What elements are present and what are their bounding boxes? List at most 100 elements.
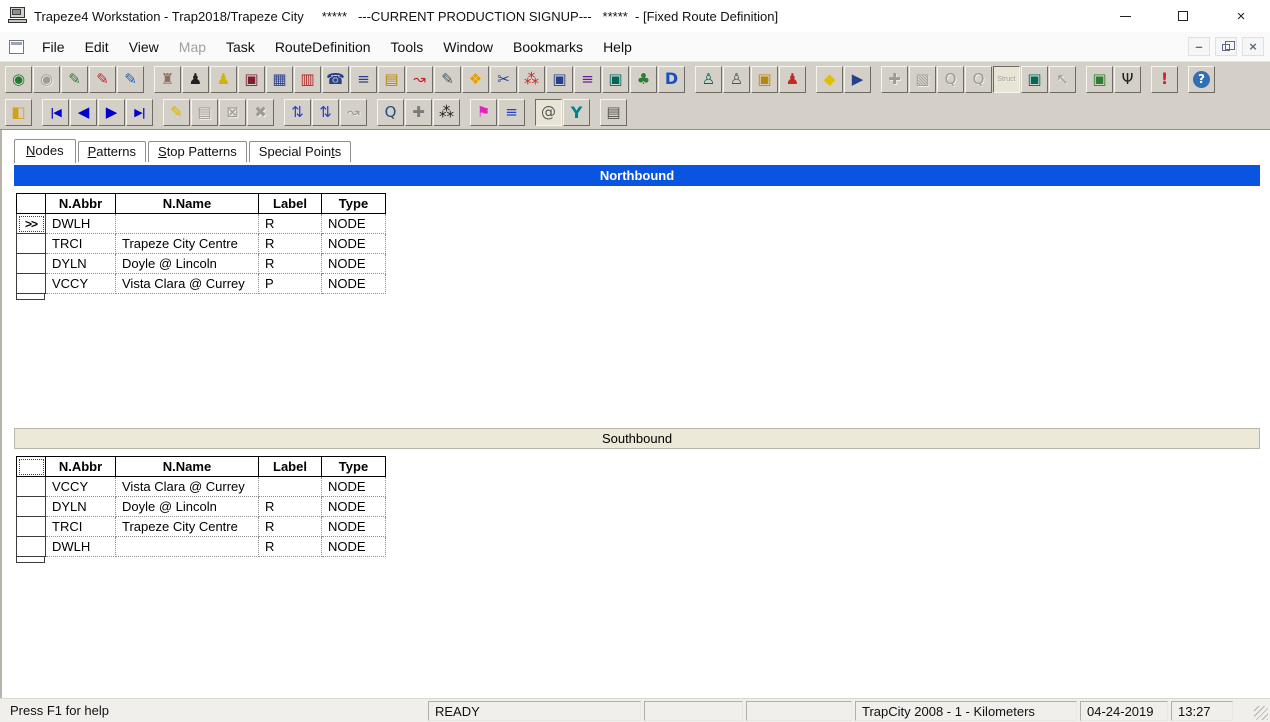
tab-nodes[interactable]: Nodes bbox=[14, 139, 76, 163]
record-prev-button[interactable]: ◀ bbox=[70, 99, 97, 126]
monitor-picture-button[interactable]: ▣ bbox=[602, 66, 629, 93]
alert-button[interactable]: ! bbox=[1151, 66, 1178, 93]
menu-item-routedefinition[interactable]: RouteDefinition bbox=[265, 35, 381, 59]
stop-sequence-button[interactable]: ≡ bbox=[498, 99, 525, 126]
menu-item-edit[interactable]: Edit bbox=[75, 35, 119, 59]
crew-button[interactable]: ⁂ bbox=[518, 66, 545, 93]
cell-label[interactable]: R bbox=[259, 234, 322, 254]
minimize-button[interactable] bbox=[1096, 0, 1154, 32]
menu-item-help[interactable]: Help bbox=[593, 35, 642, 59]
print-button[interactable]: ▤ bbox=[600, 99, 627, 126]
cell-type[interactable]: NODE bbox=[322, 214, 386, 234]
row-selector[interactable] bbox=[17, 254, 46, 274]
current-row-marker[interactable]: >> bbox=[17, 214, 46, 234]
edit-pattern-button[interactable]: ✎ bbox=[89, 66, 116, 93]
bus-garage-button[interactable]: ▣ bbox=[238, 66, 265, 93]
help-button[interactable]: ? bbox=[1188, 66, 1215, 93]
phone-bus-button[interactable]: ☎ bbox=[322, 66, 349, 93]
edit-map-button[interactable]: ✎ bbox=[61, 66, 88, 93]
bus-blocking-button[interactable]: ▥ bbox=[294, 66, 321, 93]
pushpin-button[interactable]: ◆ bbox=[816, 66, 843, 93]
menu-item-bookmarks[interactable]: Bookmarks bbox=[503, 35, 593, 59]
edit-button[interactable]: ✎ bbox=[163, 99, 190, 126]
route-path-button[interactable]: ↝ bbox=[406, 66, 433, 93]
row-selector[interactable] bbox=[17, 517, 46, 537]
cell-label[interactable]: R bbox=[259, 214, 322, 234]
cell-name[interactable] bbox=[116, 537, 259, 557]
record-first-button[interactable]: |◀ bbox=[42, 99, 69, 126]
row-selector[interactable] bbox=[17, 274, 46, 294]
cut-pattern-button[interactable]: ✂ bbox=[490, 66, 517, 93]
bus-query-button[interactable]: ▣ bbox=[751, 66, 778, 93]
menu-item-view[interactable]: View bbox=[119, 35, 169, 59]
row-selector-header[interactable] bbox=[17, 194, 46, 214]
cell-type[interactable]: NODE bbox=[322, 477, 386, 497]
cell-abbr[interactable]: DYLN bbox=[46, 497, 116, 517]
menu-item-file[interactable]: File bbox=[32, 35, 75, 59]
cell-type[interactable]: NODE bbox=[322, 234, 386, 254]
cell-label[interactable]: R bbox=[259, 537, 322, 557]
runboard-button[interactable]: ▶ bbox=[844, 66, 871, 93]
mdi-minimize-button[interactable]: – bbox=[1188, 37, 1210, 56]
attachments-button[interactable]: @ bbox=[535, 99, 562, 126]
cell-type[interactable]: NODE bbox=[322, 537, 386, 557]
cell-type[interactable]: NODE bbox=[322, 497, 386, 517]
timetable-button[interactable]: ≡ bbox=[350, 66, 377, 93]
find-button[interactable]: Q bbox=[377, 99, 404, 126]
cell-abbr[interactable]: TRCI bbox=[46, 234, 116, 254]
move-up-button[interactable]: ⇅ bbox=[284, 99, 311, 126]
blocks-button[interactable]: ❖ bbox=[462, 66, 489, 93]
depot-button[interactable]: ♜ bbox=[154, 66, 181, 93]
cell-label[interactable]: P bbox=[259, 274, 322, 294]
cell-name[interactable]: Vista Clara @ Currey bbox=[116, 274, 259, 294]
letter-d-button[interactable]: D bbox=[658, 66, 685, 93]
route-annotate-button[interactable]: ✎ bbox=[434, 66, 461, 93]
cell-abbr[interactable]: VCCY bbox=[46, 274, 116, 294]
cell-type[interactable]: NODE bbox=[322, 254, 386, 274]
filter-button[interactable]: Y bbox=[563, 99, 590, 126]
edit-segment-button[interactable]: ✎ bbox=[117, 66, 144, 93]
cell-label[interactable]: R bbox=[259, 254, 322, 274]
cell-abbr[interactable]: DWLH bbox=[46, 537, 116, 557]
driver-black-hat-button[interactable]: ♟ bbox=[182, 66, 209, 93]
row-selector[interactable] bbox=[17, 497, 46, 517]
cell-abbr[interactable]: DWLH bbox=[46, 214, 116, 234]
mdi-restore-button[interactable] bbox=[1215, 37, 1237, 56]
cell-label[interactable]: R bbox=[259, 497, 322, 517]
exit-button[interactable]: ◧ bbox=[5, 99, 32, 126]
cell-name[interactable] bbox=[116, 214, 259, 234]
bus-stop-tree-button[interactable]: ♣ bbox=[630, 66, 657, 93]
row-selector[interactable] bbox=[17, 477, 46, 497]
mdi-system-menu-icon[interactable] bbox=[9, 40, 24, 54]
bus-schedule-button[interactable]: ≡ bbox=[574, 66, 601, 93]
crew-assign-button[interactable]: ♟ bbox=[779, 66, 806, 93]
tab-stop-patterns[interactable]: Stop Patterns bbox=[148, 141, 247, 162]
cell-name[interactable]: Doyle @ Lincoln bbox=[116, 254, 259, 274]
bus-fleet-button[interactable]: ▦ bbox=[266, 66, 293, 93]
dispatch-net-button[interactable]: ♙ bbox=[723, 66, 750, 93]
tab-special-points[interactable]: Special Points bbox=[249, 141, 351, 162]
world-map-button[interactable]: ◉ bbox=[5, 66, 32, 93]
radio-bus-button[interactable]: Ψ bbox=[1114, 66, 1141, 93]
cell-abbr[interactable]: TRCI bbox=[46, 517, 116, 537]
mdi-close-button[interactable]: × bbox=[1242, 37, 1264, 56]
cell-name[interactable]: Trapeze City Centre bbox=[116, 234, 259, 254]
row-selector[interactable] bbox=[17, 537, 46, 557]
tab-patterns[interactable]: Patterns bbox=[78, 141, 146, 162]
record-last-button[interactable]: ▶| bbox=[126, 99, 153, 126]
menu-item-task[interactable]: Task bbox=[216, 35, 265, 59]
cell-type[interactable]: NODE bbox=[322, 517, 386, 537]
close-button[interactable]: × bbox=[1212, 0, 1270, 32]
cell-name[interactable]: Trapeze City Centre bbox=[116, 517, 259, 537]
menu-item-tools[interactable]: Tools bbox=[381, 35, 434, 59]
driver-yellow-hat-button[interactable]: ♟ bbox=[210, 66, 237, 93]
resize-grip[interactable] bbox=[1254, 706, 1268, 720]
bus-front-button[interactable]: ▣ bbox=[546, 66, 573, 93]
avl-monitor-button[interactable]: ▣ bbox=[1086, 66, 1113, 93]
footprints-button[interactable]: ⁂ bbox=[433, 99, 460, 126]
menu-item-window[interactable]: Window bbox=[433, 35, 503, 59]
documents-button[interactable]: ▤ bbox=[378, 66, 405, 93]
label-flag-button[interactable]: ⚑ bbox=[470, 99, 497, 126]
move-down-button[interactable]: ⇅ bbox=[312, 99, 339, 126]
row-selector[interactable] bbox=[17, 234, 46, 254]
